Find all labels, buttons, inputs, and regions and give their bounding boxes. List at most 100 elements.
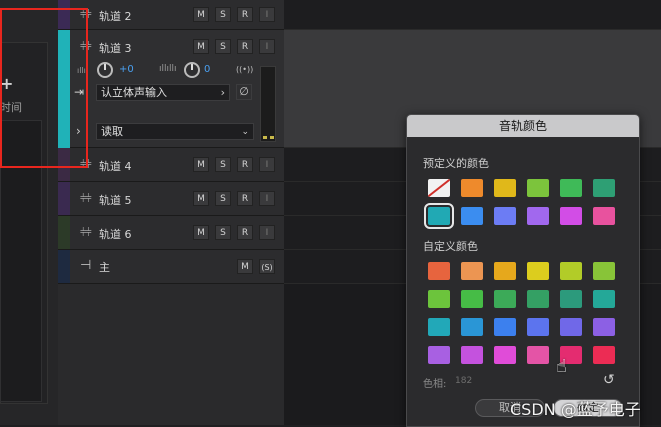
input-monitor-button[interactable]: I <box>259 7 275 22</box>
color-swatch[interactable] <box>527 207 549 225</box>
color-swatch[interactable] <box>593 207 615 225</box>
hand-cursor-icon: ☝ <box>556 356 567 377</box>
master-icon: ⊣ <box>80 258 91 273</box>
input-monitor-button[interactable]: I <box>259 157 275 172</box>
solo-button[interactable]: S <box>215 225 231 240</box>
volume-value: +0 <box>119 64 134 75</box>
color-swatch[interactable] <box>428 262 450 280</box>
track-name[interactable]: 轨道 4 <box>99 158 132 174</box>
track-name[interactable]: 轨道 2 <box>99 8 132 24</box>
track-row-expanded[interactable]: ⫩⫩ 轨道 3 M S R I ıllı +0 ıllıllı 0 ((•)) … <box>58 30 284 148</box>
solo-button[interactable]: S <box>215 7 231 22</box>
no-color-swatch[interactable] <box>428 179 450 197</box>
hue-label: 色相: <box>423 379 447 390</box>
record-button[interactable]: R <box>237 225 253 240</box>
dialog-title: 音轨颜色 <box>407 115 639 137</box>
color-swatch[interactable] <box>560 262 582 280</box>
chevron-right-icon: › <box>220 86 225 99</box>
track-color-strip[interactable] <box>58 216 70 249</box>
solo-safe-button[interactable]: (S) <box>259 259 275 274</box>
track-color-strip[interactable] <box>58 250 70 283</box>
track-row[interactable]: ⫩⫩ 轨道 6 M S R I <box>58 216 284 250</box>
color-swatch[interactable] <box>461 290 483 308</box>
color-swatch[interactable] <box>424 203 454 229</box>
predefined-colors-label: 预定义的颜色 <box>423 157 489 170</box>
hue-value: 182 <box>455 376 473 386</box>
automation-select-value: 读取 <box>101 125 123 138</box>
color-swatch[interactable] <box>560 290 582 308</box>
solo-button[interactable]: S <box>215 39 231 54</box>
solo-button[interactable]: S <box>215 191 231 206</box>
record-button[interactable]: R <box>237 39 253 54</box>
color-swatch[interactable] <box>494 262 516 280</box>
color-swatch[interactable] <box>494 207 516 225</box>
waveform-icon: ⫩⫩ <box>80 226 92 239</box>
track-row[interactable]: ⫩⫩ 轨道 2 M S R I <box>58 0 284 30</box>
meter-left <box>263 136 267 139</box>
color-swatch[interactable] <box>461 346 483 364</box>
automation-select[interactable]: 读取 ⌄ <box>96 123 254 140</box>
color-swatch[interactable] <box>560 179 582 197</box>
record-button[interactable]: R <box>237 157 253 172</box>
track-row[interactable]: ⫩⫩ 轨道 4 M S R I <box>58 148 284 182</box>
mute-button[interactable]: M <box>237 259 253 274</box>
color-swatch[interactable] <box>494 179 516 197</box>
solo-button[interactable]: S <box>215 157 231 172</box>
color-swatch[interactable] <box>527 179 549 197</box>
input-select[interactable]: 认立体声输入 › <box>96 84 230 101</box>
color-swatch[interactable] <box>527 346 549 364</box>
waveform-icon: ⫩⫩ <box>80 192 92 205</box>
color-swatch[interactable] <box>494 346 516 364</box>
record-button[interactable]: R <box>237 191 253 206</box>
mute-button[interactable]: M <box>193 157 209 172</box>
track-name[interactable]: 轨道 5 <box>99 192 132 208</box>
color-swatch[interactable] <box>527 290 549 308</box>
color-swatch[interactable] <box>593 290 615 308</box>
track-color-strip[interactable] <box>58 182 70 215</box>
color-swatch[interactable] <box>593 318 615 336</box>
input-monitor-button[interactable]: I <box>259 191 275 206</box>
color-swatch[interactable] <box>494 290 516 308</box>
color-swatch[interactable] <box>560 207 582 225</box>
color-swatch[interactable] <box>461 207 483 225</box>
broadcast-icon[interactable]: ((•)) <box>236 65 253 74</box>
highlight-box <box>0 8 88 168</box>
track-color-dialog: 音轨颜色 预定义的颜色 自定义颜色 色相: 182 ↺ 取消 确定 <box>406 114 640 427</box>
pan-scale-icon: ıllıllı <box>159 64 177 74</box>
track-name[interactable]: 主 <box>99 259 110 275</box>
color-swatch[interactable] <box>527 318 549 336</box>
color-swatch[interactable] <box>428 290 450 308</box>
mute-button[interactable]: M <box>193 225 209 240</box>
color-swatch[interactable] <box>461 179 483 197</box>
color-swatch[interactable] <box>527 262 549 280</box>
record-button[interactable]: R <box>237 7 253 22</box>
color-swatch[interactable] <box>494 318 516 336</box>
pan-knob[interactable] <box>184 62 200 78</box>
meter-right <box>270 136 274 139</box>
input-monitor-button[interactable]: I <box>259 225 275 240</box>
color-swatch[interactable] <box>593 346 615 364</box>
mute-button[interactable]: M <box>193 191 209 206</box>
color-swatch[interactable] <box>593 179 615 197</box>
mute-button[interactable]: M <box>193 39 209 54</box>
reset-icon[interactable]: ↺ <box>603 372 615 388</box>
pan-value: 0 <box>204 64 211 75</box>
track-name[interactable]: 轨道 6 <box>99 226 132 242</box>
color-swatch[interactable] <box>428 346 450 364</box>
phase-invert-button[interactable]: ∅ <box>236 84 252 100</box>
color-swatch[interactable] <box>461 318 483 336</box>
track-row[interactable]: ⫩⫩ 轨道 5 M S R I <box>58 182 284 216</box>
custom-colors-label: 自定义颜色 <box>423 240 478 253</box>
volume-knob[interactable] <box>97 62 113 78</box>
chevron-down-icon: ⌄ <box>241 127 249 137</box>
master-track-row[interactable]: ⊣ 主 M (S) <box>58 250 284 284</box>
color-swatch[interactable] <box>560 318 582 336</box>
level-meter <box>260 66 276 142</box>
color-swatch[interactable] <box>428 318 450 336</box>
color-swatch[interactable] <box>461 262 483 280</box>
input-monitor-button[interactable]: I <box>259 39 275 54</box>
mute-button[interactable]: M <box>193 7 209 22</box>
color-swatch[interactable] <box>593 262 615 280</box>
watermark: CSDN @蓝予电子 <box>510 400 641 419</box>
track-name[interactable]: 轨道 3 <box>99 40 132 56</box>
